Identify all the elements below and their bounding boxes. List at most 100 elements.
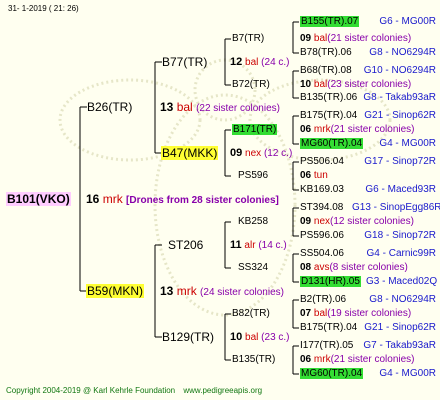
gen3-mating: 07 bal(19 sister colonies)	[300, 308, 411, 320]
site-link[interactable]: www.pedigreeapis.org	[183, 386, 262, 395]
gen3-queen: SS324	[238, 262, 269, 273]
gen4-queen: B175(TR).04	[300, 322, 358, 333]
gen3-mrk: mrk	[313, 124, 331, 135]
gen2-num: 11	[230, 239, 242, 251]
gen1-queen: B59(MKN)	[86, 284, 145, 298]
gen1-mrk: bal	[176, 100, 193, 114]
gen2-queen: B77(TR)	[162, 55, 207, 69]
gen2-mating: 09 nex (12 c.)	[230, 147, 292, 160]
gen4-queen: PS596.06	[300, 230, 344, 241]
gen4-info: G13 - SinopEgg86R	[352, 202, 440, 213]
gen3-num: 06	[300, 170, 312, 181]
gen4-queen: SS504.06	[300, 248, 344, 259]
gen2-note: (12 c.)	[263, 148, 293, 159]
gen2-num: 12	[230, 56, 243, 68]
gen1-mating: 13 mrk (24 sister colonies)	[160, 284, 284, 300]
gen2-mating: 10 bal (23 c.)	[230, 331, 290, 344]
gen4-info: G8 - NO6294R	[369, 47, 436, 58]
gen3-mrk: bal	[313, 33, 328, 44]
gen2-mating: 11 alr (14 c.)	[230, 239, 287, 252]
gen3-num: 10	[300, 79, 312, 90]
gen2-note: (23 c.)	[261, 332, 290, 343]
gen3-num: 06	[300, 354, 312, 365]
gen4-name: MG60(TR).04	[300, 138, 364, 149]
gen2-mrk: nex	[245, 148, 262, 159]
gen1-name: B59(MKN)	[86, 284, 145, 298]
gen3-num: 08	[300, 262, 312, 273]
gen3-num: 07	[300, 308, 312, 319]
gen1-name: B26(TR)	[87, 100, 133, 114]
gen1-num: 13	[160, 100, 174, 114]
gen2-name: B129(TR)	[162, 330, 215, 344]
gen4-info: G6 - MG00R	[379, 16, 436, 27]
gen3-mating: 10 bal(23 sister colonies)	[300, 79, 411, 91]
gen3-note: (21 sister colonies)	[327, 33, 412, 44]
gen4-info: G8 - Takab93aR	[363, 92, 436, 103]
gen4-queen: MG60(TR).04	[300, 138, 364, 150]
gen4-queen: B2(TR).06	[300, 294, 347, 305]
gen4-info: G21 - Sinop62R	[364, 110, 436, 121]
gen1-mrk: mrk	[176, 284, 197, 298]
gen4-info: G10 - NO6294R	[363, 65, 436, 76]
gen4-queen: B175(TR).04	[300, 110, 358, 121]
gen3-queen: B82(TR)	[232, 308, 270, 319]
gen3-queen: PS596	[238, 170, 269, 181]
gen3-mrk: avs	[313, 262, 330, 273]
gen3-num: 06	[300, 124, 312, 135]
gen3-queen: B171(TR)	[232, 124, 278, 136]
gen3-note: (23 sister colonies)	[327, 79, 412, 90]
gen2-num: 10	[230, 331, 243, 343]
gen2-name: B77(TR)	[162, 55, 208, 69]
gen4-info: G8 - NO6294R	[369, 294, 436, 305]
gen3-note: (8 sister colonies)	[329, 262, 408, 273]
gen2-mrk: alr	[244, 240, 256, 251]
gen3-mrk: bal	[313, 308, 328, 319]
gen3-mating: 06 tun	[300, 170, 328, 182]
gen3-mrk: bal	[313, 79, 328, 90]
gen3-note: (21 sister colonies)	[330, 124, 415, 135]
gen4-queen: PS506.04	[300, 156, 344, 167]
gen3-mating: 06 mrk(21 sister colonies)	[300, 124, 415, 136]
gen4-queen: I177(TR).05	[300, 340, 354, 351]
gen4-queen: ST394.08	[300, 202, 344, 213]
footer: Copyright 2004-2019 @ Karl Kehrle Founda…	[6, 386, 262, 395]
gen1-note: (24 sister colonies)	[200, 287, 284, 298]
gen4-info: G4 - Carnic99R	[366, 248, 436, 259]
gen4-name: MG60(TR).04	[300, 368, 364, 379]
gen2-note: (24 c.)	[261, 57, 290, 68]
gen2-queen: B47(MKK)	[161, 146, 219, 160]
root-mating: 16 mrk [Drones from 28 sister colonies]	[86, 192, 279, 208]
gen3-mating: 09 nex(12 sister colonies)	[300, 216, 414, 228]
gen2-queen: B129(TR)	[162, 330, 214, 344]
gen3-mating: 08 avs(8 sister colonies)	[300, 262, 408, 274]
gen4-info: G21 - Sinop62R	[364, 322, 436, 333]
gen4-info: G17 - Sinop72R	[364, 156, 436, 167]
root-num: 16	[86, 192, 100, 206]
gen4-info: G6 - Maced93R	[365, 184, 436, 195]
gen3-note: (12 sister colonies)	[330, 216, 414, 227]
gen3-mating: 09 bal(21 sister colonies)	[300, 33, 411, 45]
gen3-name: B171(TR)	[232, 124, 278, 135]
gen2-queen: ST206	[168, 238, 203, 252]
gen4-name: B155(TR).07	[300, 16, 360, 27]
gen3-queen: KB258	[238, 216, 269, 227]
copyright-text: Copyright 2004-2019 @ Karl Kehrle Founda…	[6, 386, 176, 395]
gen4-queen: MG60(TR).04	[300, 368, 364, 380]
gen4-queen: B135(TR).06	[300, 92, 358, 103]
gen4-queen: KB169.03	[300, 184, 344, 195]
gen3-mrk: nex	[313, 216, 331, 227]
gen4-queen: B68(TR).08	[300, 65, 352, 76]
gen1-queen: B26(TR)	[87, 100, 132, 114]
gen2-name: ST206	[168, 238, 204, 252]
gen3-num: 09	[300, 33, 312, 44]
root-mrk: mrk	[102, 192, 123, 206]
gen3-note: (21 sister colonies)	[330, 354, 415, 365]
gen1-note: (22 sister colonies)	[196, 103, 280, 114]
gen3-queen: B7(TR)	[232, 33, 265, 44]
gen4-queen: B155(TR).07	[300, 16, 360, 28]
gen4-queen: B78(TR).06	[300, 47, 352, 58]
print-date: 31- 1-2019 ( 21: 26)	[8, 4, 79, 13]
gen2-num: 09	[230, 147, 243, 159]
gen3-note: (19 sister colonies)	[327, 308, 412, 319]
gen4-info: G7 - Takab93aR	[363, 340, 436, 351]
